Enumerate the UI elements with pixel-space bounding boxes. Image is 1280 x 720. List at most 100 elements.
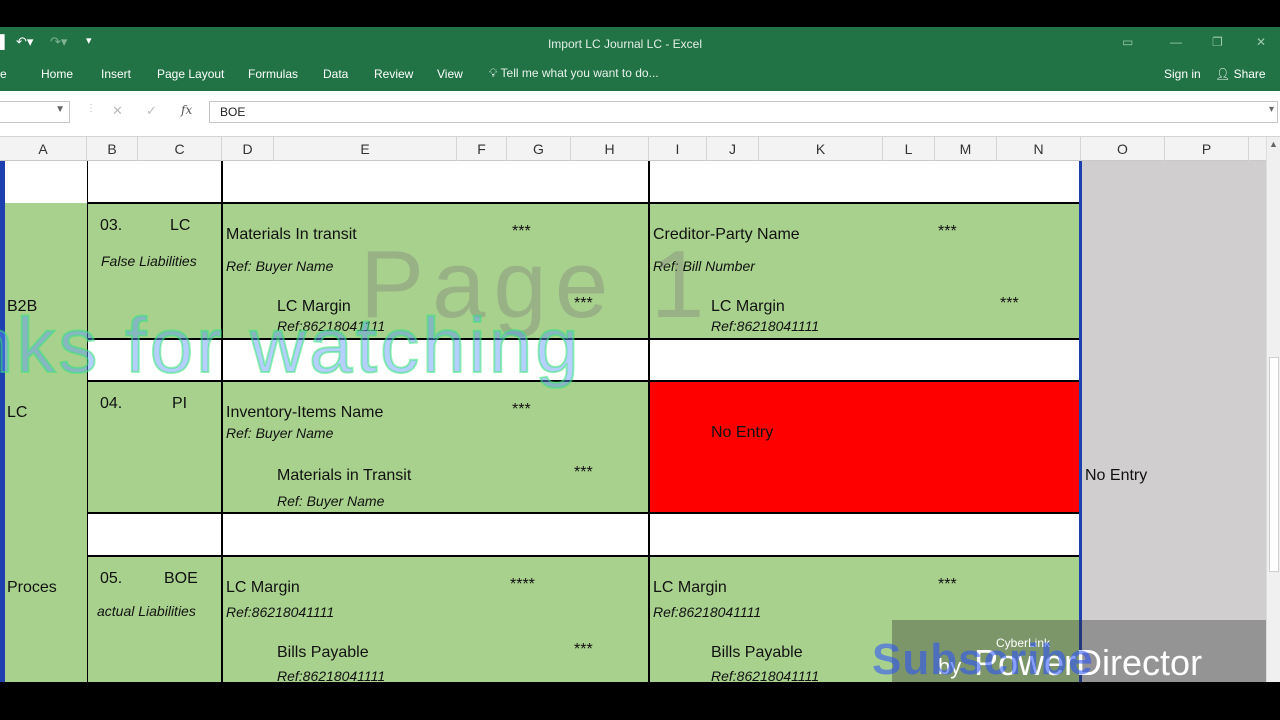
row03-credit-sub-stars: *** xyxy=(1000,295,1019,312)
row04-spacer-in[interactable] xyxy=(649,513,1081,556)
row03-debit-sub-ref: Ref:86218041111 xyxy=(277,318,386,334)
tab-file[interactable]: e xyxy=(0,67,7,81)
row03-a-label: B2B xyxy=(7,298,38,315)
cell-bc-top[interactable] xyxy=(87,161,222,203)
col-header-a[interactable]: A xyxy=(0,137,87,161)
row05-a-label: Proces xyxy=(7,579,57,596)
minimize-icon[interactable]: — xyxy=(1170,35,1182,49)
row04-debit-ref: Ref: Buyer Name xyxy=(226,425,334,441)
cell-dh-top[interactable] xyxy=(222,161,649,203)
letterbox-top xyxy=(0,0,1280,27)
cell-op-gray-block[interactable] xyxy=(1081,161,1266,682)
row03-num: 03. xyxy=(100,217,123,234)
row05-credit-main-stars: *** xyxy=(938,576,957,593)
col-header-g[interactable]: G xyxy=(507,137,571,161)
close-icon[interactable]: ✕ xyxy=(1256,35,1266,49)
cancel-icon[interactable]: ✕ xyxy=(112,103,123,119)
row05-credit-main: LC Margin xyxy=(653,579,727,596)
row05-debit-ref: Ref:86218041111 xyxy=(226,604,335,620)
row04-credit-no-entry-text: No Entry xyxy=(711,424,774,441)
row03-credit-sub-ref: Ref:86218041111 xyxy=(711,318,820,334)
window-title: Import LC Journal LC - Excel xyxy=(547,37,703,51)
row05-num: 05. xyxy=(100,570,123,587)
name-box[interactable]: ▼ xyxy=(0,101,70,123)
ribbon-display-icon[interactable]: ▭ xyxy=(1122,35,1133,49)
row05-debit-main: LC Margin xyxy=(226,579,300,596)
ribbon-tabs: e Home Insert Page Layout Formulas Data … xyxy=(0,60,1280,91)
row05-debit-sub-ref: Ref:86218041111 xyxy=(277,668,386,682)
col-header-o[interactable]: O xyxy=(1081,137,1165,161)
row04-spacer-bc[interactable] xyxy=(87,513,222,556)
col-header-p[interactable]: P xyxy=(1165,137,1249,161)
share-label: Share xyxy=(1233,67,1266,81)
row03-code: LC xyxy=(170,217,191,234)
row05-credit-ref: Ref:86218041111 xyxy=(653,604,762,620)
row03-credit-ref: Ref: Bill Number xyxy=(653,258,755,274)
sign-in-link[interactable]: Sign in xyxy=(1164,67,1201,81)
col-header-l[interactable]: L xyxy=(883,137,935,161)
row03-spacer-in[interactable] xyxy=(649,339,1081,381)
col-header-e[interactable]: E xyxy=(274,137,457,161)
row03-spacer-bc[interactable] xyxy=(87,339,222,381)
formula-value: BOE xyxy=(220,105,246,119)
vertical-scrollbar[interactable]: ▲ xyxy=(1266,137,1280,682)
formula-input[interactable]: BOE ▾ xyxy=(209,101,1278,123)
title-bar: ▌ ↶▾ ↷▾ ▾ Import LC Journal LC - Excel ▭… xyxy=(0,27,1280,60)
row05-debit-sub-stars: *** xyxy=(574,641,593,658)
row03-credit-sub: LC Margin xyxy=(711,298,785,315)
expand-formula-icon[interactable]: ▾ xyxy=(1269,104,1274,115)
share-button[interactable]: 👤︎ Share xyxy=(1215,67,1266,81)
col-header-i[interactable]: I xyxy=(649,137,707,161)
tell-me-search[interactable]: 💡︎ Tell me what you want to do... xyxy=(489,66,659,81)
row03-debit-main-stars: *** xyxy=(512,223,531,240)
row04-num: 04. xyxy=(100,395,123,412)
row03-credit-main-stars: *** xyxy=(938,223,957,240)
row04-debit-sub: Materials in Transit xyxy=(277,467,412,484)
tab-review[interactable]: Review xyxy=(374,67,413,81)
cell-a-top[interactable] xyxy=(0,161,87,203)
row04-credit-no-entry[interactable] xyxy=(649,381,1081,513)
lightbulb-icon: 💡︎ xyxy=(489,66,501,80)
tab-data[interactable]: Data xyxy=(323,67,348,81)
col-header-h[interactable]: H xyxy=(571,137,649,161)
col-o-no-entry: No Entry xyxy=(1085,467,1148,484)
col-header-d[interactable]: D xyxy=(222,137,274,161)
row04-debit-main-stars: *** xyxy=(512,401,531,418)
insert-function-icon[interactable]: fx xyxy=(181,103,192,117)
chevron-down-icon[interactable]: ▼ xyxy=(55,104,65,115)
row04-debit-main: Inventory-Items Name xyxy=(226,404,384,421)
more-icon: ⋮ xyxy=(86,103,96,114)
scroll-up-icon[interactable]: ▲ xyxy=(1269,139,1278,149)
col-header-n[interactable]: N xyxy=(997,137,1081,161)
row05-credit-sub-ref: Ref:86218041111 xyxy=(711,668,820,682)
col-header-j[interactable]: J xyxy=(707,137,759,161)
tab-formulas[interactable]: Formulas xyxy=(248,67,298,81)
row04-debit-sub-ref: Ref: Buyer Name xyxy=(277,493,385,509)
scrollbar-thumb[interactable] xyxy=(1269,357,1279,572)
col-header-b[interactable]: B xyxy=(87,137,138,161)
tab-page-layout[interactable]: Page Layout xyxy=(157,67,224,81)
column-headers: A B C D E F G H I J K L M N O P xyxy=(0,137,1266,161)
row03-debit-main: Materials In transit xyxy=(226,226,357,243)
restore-icon[interactable]: ❐ xyxy=(1212,35,1223,49)
row04-spacer-dh[interactable] xyxy=(222,513,649,556)
cell-a-block[interactable] xyxy=(0,203,87,682)
row05-debit-main-stars: **** xyxy=(510,576,535,593)
tab-view[interactable]: View xyxy=(437,67,463,81)
formula-bar: ▼ ⋮ ✕ ✓ fx BOE ▾ xyxy=(0,91,1280,137)
col-header-m[interactable]: M xyxy=(935,137,997,161)
row03-spacer-dh[interactable] xyxy=(222,339,649,381)
row04-debit-sub-stars: *** xyxy=(574,464,593,481)
cell-in-top[interactable] xyxy=(649,161,1081,203)
row04-a-label: LC xyxy=(7,404,28,421)
col-header-c[interactable]: C xyxy=(138,137,222,161)
print-area-border xyxy=(1079,161,1082,682)
tell-me-text: Tell me what you want to do... xyxy=(500,66,659,80)
row03-debit-sub-stars: *** xyxy=(574,295,593,312)
col-header-f[interactable]: F xyxy=(457,137,507,161)
tab-home[interactable]: Home xyxy=(41,67,73,81)
tab-insert[interactable]: Insert xyxy=(101,67,131,81)
col-header-k[interactable]: K xyxy=(759,137,883,161)
worksheet-grid[interactable]: B2B LC Proces 03. LC False Liabilities M… xyxy=(0,161,1266,682)
enter-icon[interactable]: ✓ xyxy=(146,103,157,119)
